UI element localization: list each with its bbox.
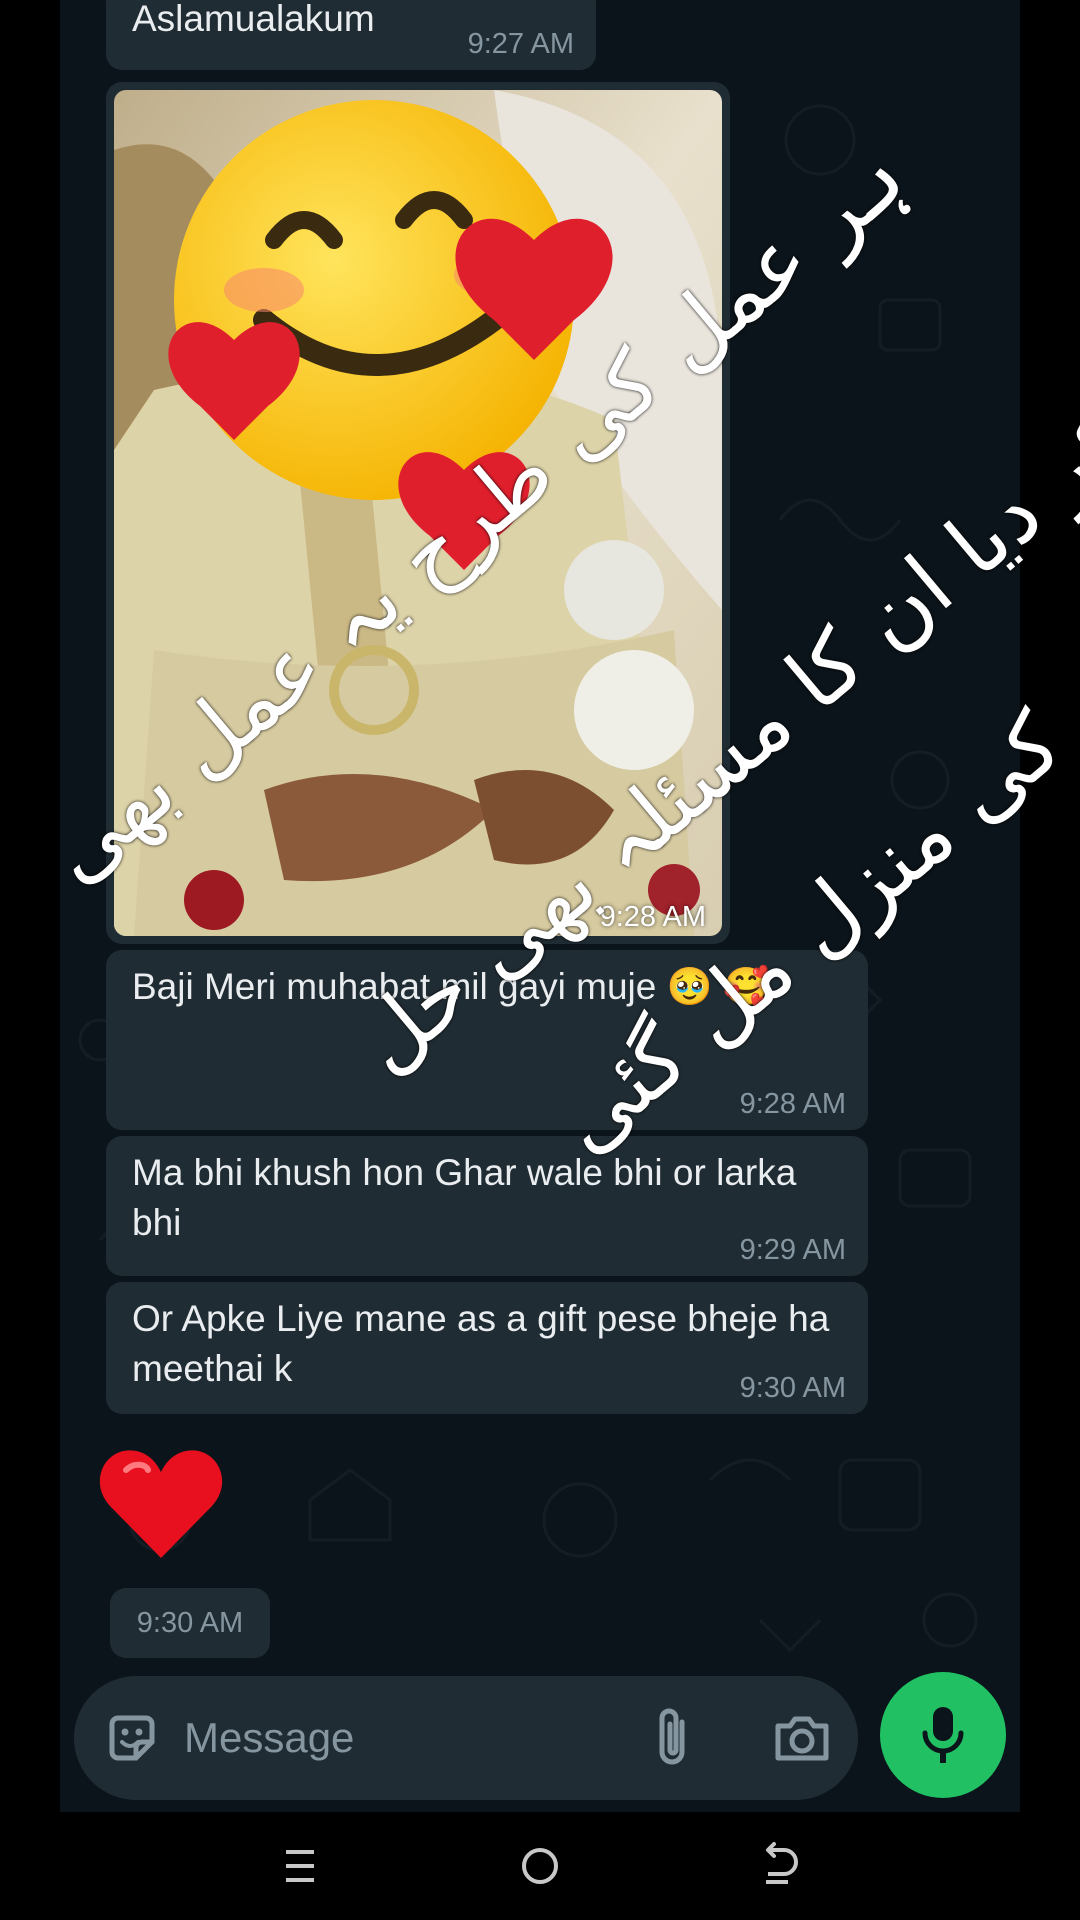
message-bubble-khush[interactable]: Ma bhi khush hon Ghar wale bhi or larka …: [106, 1136, 868, 1276]
camera-icon[interactable]: [772, 1710, 832, 1766]
phone-screen: Aslamualakum 9:27 AM 9:28 AM Baji Meri m…: [0, 0, 1080, 1920]
message-time: 9:27 AM: [467, 28, 574, 60]
attach-icon[interactable]: [648, 1706, 696, 1770]
home-icon[interactable]: [508, 1834, 572, 1898]
image-time: 9:28 AM: [599, 901, 706, 933]
mic-button[interactable]: [880, 1672, 1006, 1798]
image-message[interactable]: 9:28 AM: [106, 82, 730, 944]
message-text: Baji Meri muhabat mil gayi muje 🥹 🥰: [132, 966, 770, 1007]
system-nav-bar: [0, 1812, 1080, 1920]
message-time: 9:29 AM: [739, 1234, 846, 1266]
heart-emoji-message[interactable]: [96, 1440, 226, 1570]
bride-photo[interactable]: [114, 90, 722, 936]
chat-area[interactable]: Aslamualakum 9:27 AM 9:28 AM Baji Meri m…: [60, 0, 1020, 1812]
message-bubble-greeting[interactable]: Aslamualakum 9:27 AM: [106, 0, 596, 70]
message-text: Ma bhi khush hon Ghar wale bhi or larka …: [132, 1152, 797, 1243]
sticker-icon[interactable]: [104, 1710, 160, 1766]
message-input[interactable]: [184, 1700, 584, 1776]
heart-message-time: 9:30 AM: [110, 1588, 270, 1658]
message-time: 9:30 AM: [739, 1372, 846, 1404]
back-icon[interactable]: [748, 1834, 812, 1898]
message-bubble-gift[interactable]: Or Apke Liye mane as a gift pese bheje h…: [106, 1282, 868, 1414]
message-composer: [74, 1676, 858, 1800]
message-bubble-muhabat[interactable]: Baji Meri muhabat mil gayi muje 🥹 🥰 9:28…: [106, 950, 868, 1130]
recents-icon[interactable]: [268, 1834, 332, 1898]
mic-icon: [922, 1707, 964, 1763]
message-time: 9:28 AM: [739, 1088, 846, 1120]
message-text: Or Apke Liye mane as a gift pese bheje h…: [132, 1298, 830, 1389]
